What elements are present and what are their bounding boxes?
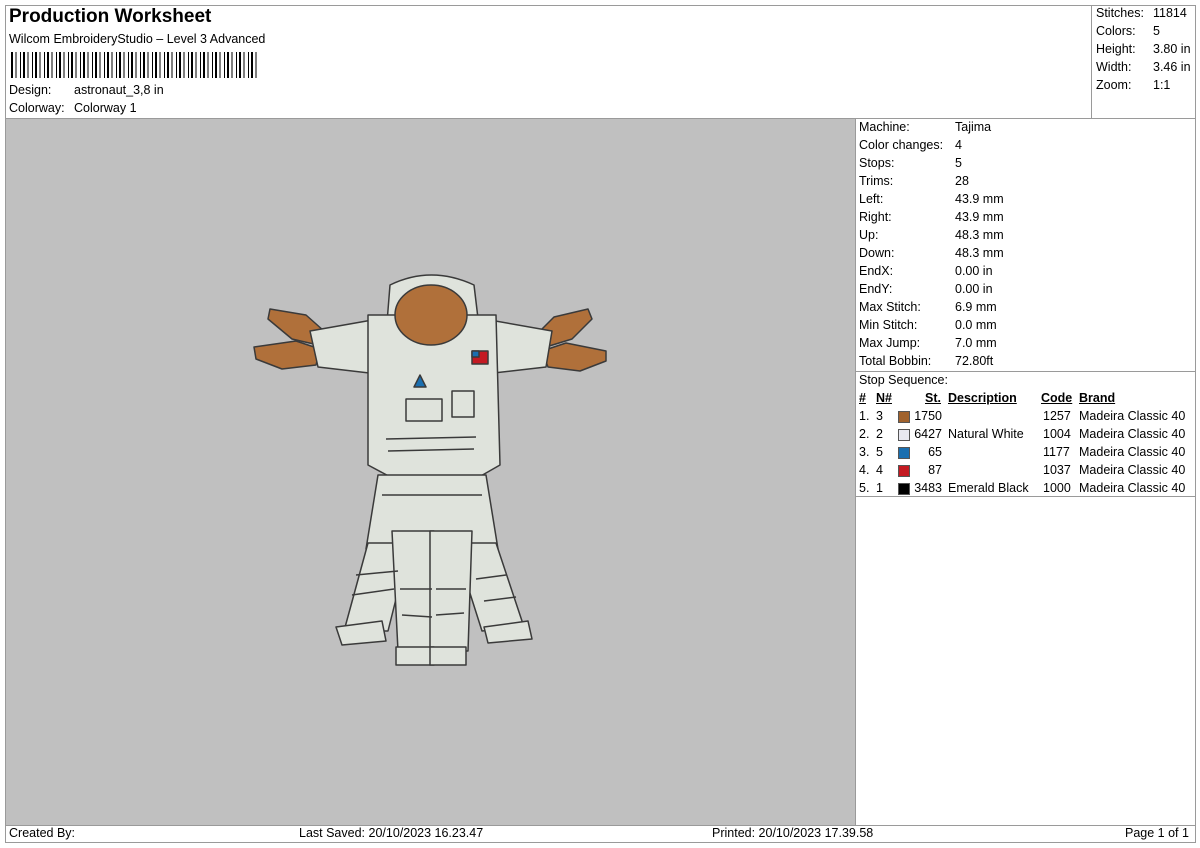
colorway-value: Colorway 1: [74, 101, 137, 115]
col-code: Code: [1041, 391, 1073, 405]
stats-divider: [1091, 5, 1092, 119]
row-code: 1037: [1043, 463, 1071, 477]
barcode-image: [11, 52, 257, 78]
colorway-label: Colorway:: [9, 101, 65, 115]
colors-label: Colors:: [1096, 24, 1136, 38]
machine-divider: [855, 371, 1195, 372]
machine-info-label: Total Bobbin:: [859, 354, 932, 368]
row-stitches: 65: [928, 445, 942, 459]
row-needle: 1: [876, 481, 883, 495]
page-number: Page 1 of 1: [1125, 826, 1189, 840]
stop-sequence-row: 5. 1 3483 Emerald Black 1000 Madeira Classic …: [0, 481, 1200, 499]
width-value: 3.46 in: [1153, 60, 1191, 74]
machine-info-label: Right:: [859, 210, 892, 224]
col-index: #: [859, 391, 866, 405]
stop-sequence-row: 3. 5 65 1177 Madeira Classic 40: [0, 445, 1200, 463]
machine-info-value: 4: [955, 138, 962, 152]
machine-info-value: 6.9 mm: [955, 300, 997, 314]
machine-info-label: Color changes:: [859, 138, 944, 152]
col-description: Description: [948, 391, 1017, 405]
row-brand: Madeira Classic 40: [1079, 445, 1186, 459]
machine-info-label: Left:: [859, 192, 884, 206]
row-needle: 5: [876, 445, 883, 459]
last-saved: Last Saved: 20/10/2023 16.23.47: [299, 826, 484, 840]
colors-value: 5: [1153, 24, 1160, 38]
color-swatch: [898, 429, 910, 441]
stop-sequence-title: Stop Sequence:: [859, 373, 948, 387]
row-brand: Madeira Classic 40: [1079, 463, 1186, 477]
col-needle: N#: [876, 391, 892, 405]
row-code: 1000: [1043, 481, 1071, 495]
col-stitches: St.: [925, 391, 941, 405]
stitches-value: 11814: [1153, 6, 1187, 20]
row-stitches: 1750: [914, 409, 942, 423]
created-by: Created By:: [9, 826, 76, 840]
printed-date: Printed: 20/10/2023 17.39.58: [712, 826, 874, 840]
machine-info-label: Max Stitch:: [859, 300, 921, 314]
stop-sequence-row: 2. 2 6427 Natural White 1004 Madeira Classic …: [0, 427, 1200, 445]
machine-info-label: EndX:: [859, 264, 894, 278]
machine-info-value: 72.80ft: [955, 354, 994, 368]
color-swatch: [898, 465, 910, 477]
row-index: 2.: [859, 427, 870, 441]
row-index: 3.: [859, 445, 870, 459]
machine-info-value: 0.00 in: [955, 282, 993, 296]
col-brand: Brand: [1079, 391, 1116, 405]
row-needle: 3: [876, 409, 883, 423]
color-swatch: [898, 483, 910, 495]
stop-sequence-row: 1. 3 1750 1257 Madeira Classic 40: [0, 409, 1200, 427]
machine-info-value: Tajima: [955, 120, 992, 134]
stitches-label: Stitches:: [1096, 6, 1144, 20]
design-label: Design:: [9, 83, 52, 97]
row-code: 1257: [1043, 409, 1071, 423]
row-code: 1004: [1043, 427, 1071, 441]
row-stitches: 87: [928, 463, 942, 477]
zoom-value: 1:1: [1153, 78, 1171, 92]
row-needle: 4: [876, 463, 883, 477]
machine-info-value: 48.3 mm: [955, 228, 1004, 242]
width-label: Width:: [1096, 60, 1132, 74]
stop-sequence-row: 4. 4 87 1037 Madeira Classic 40: [0, 463, 1200, 481]
row-brand: Madeira Classic 40: [1079, 409, 1186, 423]
machine-info-value: 0.0 mm: [955, 318, 997, 332]
page-title: Production Worksheet: [9, 6, 212, 27]
row-needle: 2: [876, 427, 883, 441]
zoom-label: Zoom:: [1096, 78, 1132, 92]
machine-info-label: Machine:: [859, 120, 910, 134]
row-code: 1177: [1043, 445, 1070, 459]
row-stitches: 6427: [914, 427, 942, 441]
machine-info-value: 28: [955, 174, 969, 188]
machine-info-label: Max Jump:: [859, 336, 921, 350]
machine-info-label: Min Stitch:: [859, 318, 918, 332]
machine-info-value: 43.9 mm: [955, 192, 1004, 206]
row-description: Natural White: [948, 427, 1024, 441]
color-swatch: [898, 447, 910, 459]
machine-info-value: 0.00 in: [955, 264, 993, 278]
design-value: astronaut_3,8 in: [74, 83, 164, 97]
row-index: 1.: [859, 409, 870, 423]
row-stitches: 3483: [914, 481, 942, 495]
machine-info-value: 48.3 mm: [955, 246, 1004, 260]
machine-info-label: Up:: [859, 228, 879, 242]
machine-info-value: 43.9 mm: [955, 210, 1004, 224]
machine-info-value: 5: [955, 156, 962, 170]
row-brand: Madeira Classic 40: [1079, 427, 1186, 441]
color-swatch: [898, 411, 910, 423]
machine-info-label: Stops:: [859, 156, 895, 170]
software-name: Wilcom EmbroideryStudio – Level 3 Advanc…: [9, 32, 266, 46]
frame-bottom: [5, 842, 1195, 843]
row-index: 4.: [859, 463, 870, 477]
machine-info-label: Trims:: [859, 174, 894, 188]
height-label: Height:: [1096, 42, 1136, 56]
row-index: 5.: [859, 481, 870, 495]
row-brand: Madeira Classic 40: [1079, 481, 1186, 495]
footer-divider: [5, 825, 1195, 826]
machine-info-label: EndY:: [859, 282, 893, 296]
height-value: 3.80 in: [1153, 42, 1191, 56]
machine-info-label: Down:: [859, 246, 895, 260]
row-description: Emerald Black: [948, 481, 1029, 495]
machine-info-value: 7.0 mm: [955, 336, 997, 350]
